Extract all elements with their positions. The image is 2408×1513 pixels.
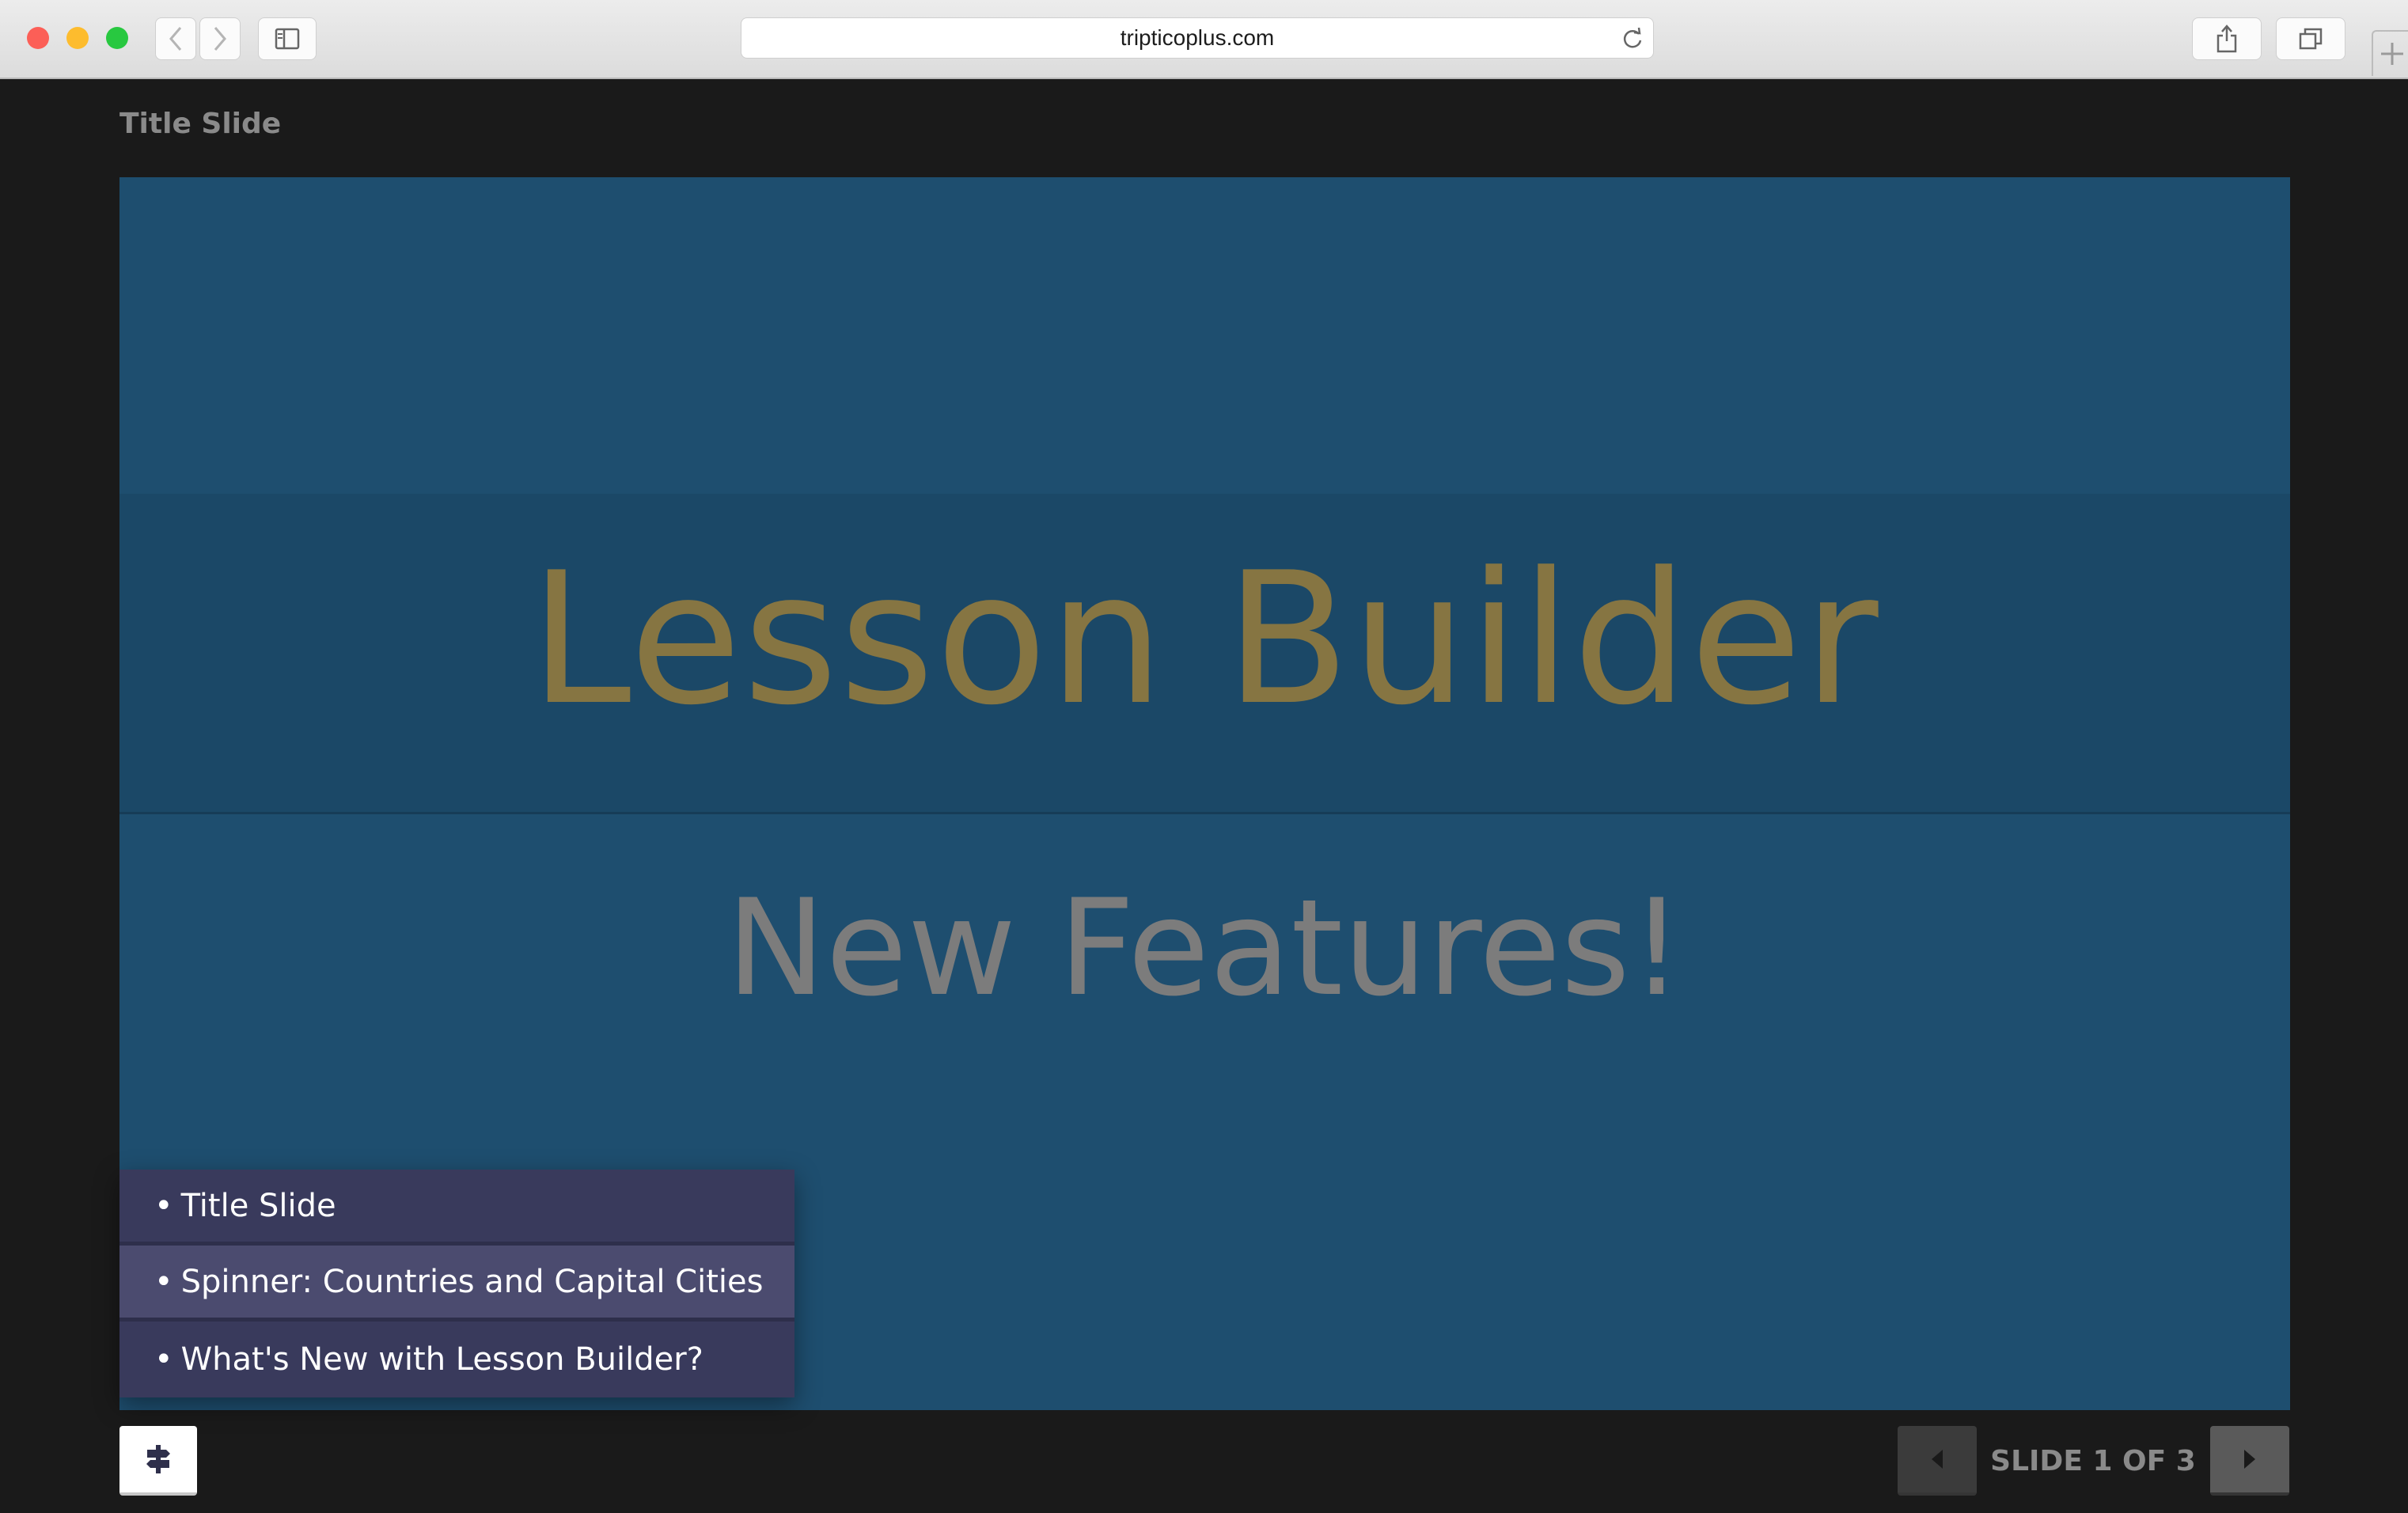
share-icon xyxy=(2216,25,2237,53)
forward-button[interactable] xyxy=(199,17,241,60)
show-tabs-button[interactable] xyxy=(2276,17,2345,60)
slide-menu-toggle-button[interactable] xyxy=(119,1426,197,1496)
url-text: tripticoplus.com xyxy=(1120,25,1275,50)
slide-subheading: New Features! xyxy=(726,870,1684,1026)
slide-menu-item-label: Spinner: Countries and Capital Cities xyxy=(180,1263,764,1300)
slide-menu-item-label: Title Slide xyxy=(180,1187,336,1224)
reload-icon[interactable] xyxy=(1620,26,1645,51)
signpost-icon xyxy=(146,1445,170,1473)
bullet: • xyxy=(154,1263,173,1300)
sidebar-button[interactable] xyxy=(258,17,317,60)
browser-toolbar: tripticoplus.com xyxy=(0,0,2408,79)
zoom-window-button[interactable] xyxy=(106,27,128,49)
close-window-button[interactable] xyxy=(27,27,49,49)
slide-navigation-menu: • Title Slide • Spinner: Countries and C… xyxy=(119,1170,794,1397)
sidebar-icon xyxy=(275,28,300,50)
back-button[interactable] xyxy=(155,17,196,60)
address-bar[interactable]: tripticoplus.com xyxy=(741,17,1654,59)
slide-counter: SLIDE 1 OF 3 xyxy=(1990,1444,2196,1477)
minimize-window-button[interactable] xyxy=(66,27,89,49)
chevron-left-icon xyxy=(169,27,182,51)
slide-heading: Lesson Builder xyxy=(529,534,1880,745)
new-tab-button[interactable] xyxy=(2372,30,2408,76)
previous-slide-button[interactable] xyxy=(1898,1426,1977,1496)
bullet: • xyxy=(154,1187,173,1224)
share-button[interactable] xyxy=(2192,17,2262,60)
slide-menu-item-label: What's New with Lesson Builder? xyxy=(180,1341,703,1378)
triangle-right-icon xyxy=(2244,1450,2255,1469)
tabs-icon xyxy=(2299,28,2323,50)
triangle-left-icon xyxy=(1932,1450,1943,1469)
slide-menu-item-spinner[interactable]: • Spinner: Countries and Capital Cities xyxy=(119,1246,794,1322)
plus-icon xyxy=(2381,43,2403,65)
slide-menu-item-title-slide[interactable]: • Title Slide xyxy=(119,1170,794,1246)
slide-menu-item-whats-new[interactable]: • What's New with Lesson Builder? xyxy=(119,1322,794,1397)
bullet: • xyxy=(154,1341,173,1378)
current-slide-label: Title Slide xyxy=(119,108,282,140)
chevron-right-icon xyxy=(214,27,226,51)
next-slide-button[interactable] xyxy=(2210,1426,2289,1496)
